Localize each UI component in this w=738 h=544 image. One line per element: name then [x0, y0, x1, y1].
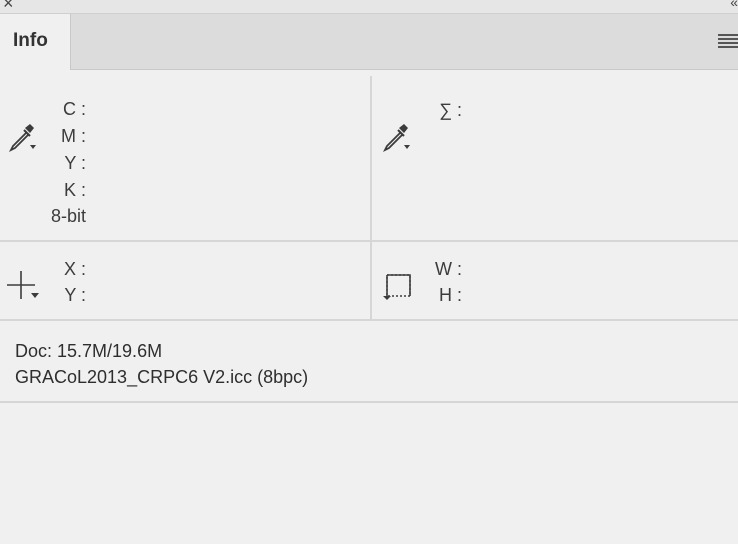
cmyk-m-label: M : — [61, 126, 86, 146]
size-w-label: W : — [435, 259, 462, 279]
position-x-label: X : — [63, 259, 86, 279]
tab-info-label: Info — [13, 30, 48, 51]
eyedropper-icon[interactable] — [382, 123, 414, 158]
doc-size-text: Doc: 15.7M/19.6M — [15, 341, 163, 361]
tab-info[interactable]: Info — [0, 14, 71, 70]
divider-vertical-bottom — [370, 242, 372, 320]
divider-horizontal-3 — [0, 401, 738, 403]
cmyk-c-label: C : — [62, 99, 86, 119]
close-icon[interactable]: × — [3, 0, 14, 12]
bit-depth-label[interactable]: 8-bit — [20, 206, 86, 227]
position-y-label: Y : — [64, 285, 86, 305]
divider-vertical-top — [370, 76, 372, 240]
eyedropper-icon[interactable] — [8, 123, 40, 158]
tab-bar: Info — [0, 14, 738, 70]
selection-rect-icon — [382, 270, 414, 307]
sum-label: ∑ : — [439, 100, 462, 120]
panel-title-strip: × « — [0, 0, 738, 14]
collapse-icon[interactable]: « — [730, 0, 738, 9]
cmyk-k-label: K : — [63, 180, 86, 200]
doc-profile-text: GRACoL2013_CRPC6 V2.icc (8bpc) — [15, 367, 309, 387]
divider-horizontal-1 — [0, 240, 738, 242]
cmyk-y-label: Y : — [64, 153, 86, 173]
size-h-label: H : — [438, 285, 462, 305]
crosshair-icon[interactable] — [7, 271, 41, 306]
divider-horizontal-2 — [0, 319, 738, 321]
panel-menu-icon[interactable] — [718, 34, 738, 48]
